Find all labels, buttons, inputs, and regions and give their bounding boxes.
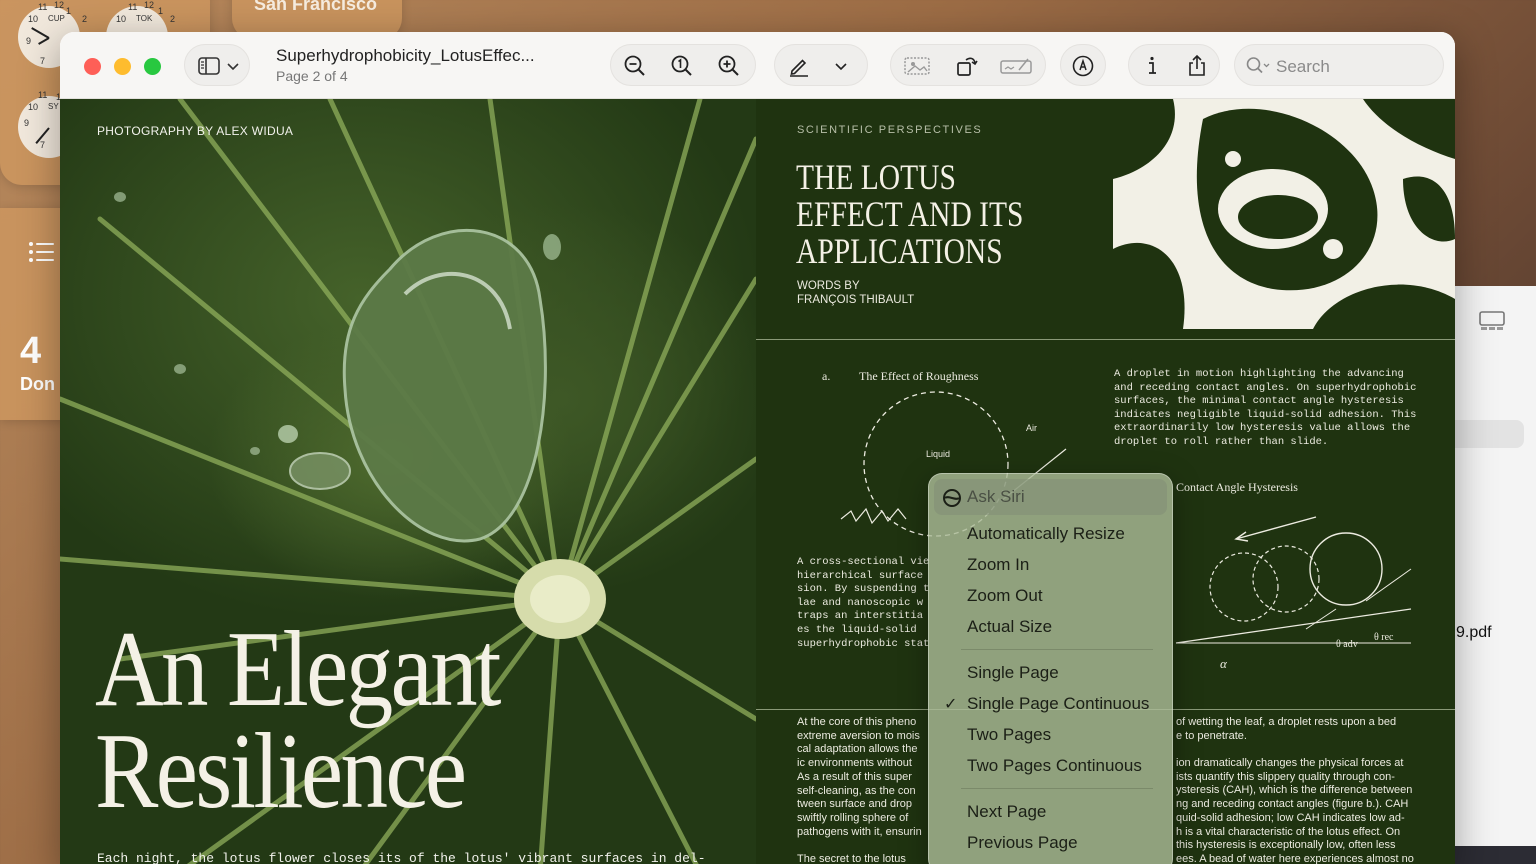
body-column-right: ion dramatically changes the physical fo… — [1176, 757, 1414, 864]
chevron-down-icon[interactable] — [833, 54, 849, 78]
menu-item-zoom-out[interactable]: Zoom Out — [967, 586, 1043, 606]
document-view[interactable]: PHOTOGRAPHY BY ALEX WIDUA An Elegant Res… — [60, 99, 1455, 864]
figure-b-theta-rec: θ rec — [1374, 632, 1394, 643]
fullscreen-window-button[interactable] — [144, 58, 161, 75]
preview-window: Superhydrophobicity_LotusEffec... Page 2… — [60, 32, 1455, 864]
menu-item-single-page-continuous[interactable]: Single Page Continuous — [967, 694, 1149, 714]
divider-top — [756, 339, 1455, 340]
gallery-view-icon — [1479, 311, 1505, 330]
byline: WORDS BY FRANÇOIS THIBAULT — [797, 280, 915, 306]
figure-a-air-label: Air — [1026, 423, 1037, 433]
highlight-markup-icon[interactable] — [1071, 54, 1095, 78]
signature-icon[interactable] — [999, 54, 1033, 78]
edit-tools-group — [890, 44, 1046, 86]
toolbar: Superhydrophobicity_LotusEffec... Page 2… — [60, 32, 1455, 99]
annotate-group — [1060, 44, 1106, 86]
menu-item-two-pages-continuous[interactable]: Two Pages Continuous — [967, 756, 1142, 776]
menu-item-actual-size[interactable]: Actual Size — [967, 617, 1052, 637]
reminders-count: 4 — [20, 330, 42, 372]
menu-item-zoom-in[interactable]: Zoom In — [967, 555, 1029, 575]
share-icon[interactable] — [1185, 54, 1209, 78]
photo-page-footer-text: Each night, the lotus flower closes its … — [97, 851, 706, 864]
article-title: The Lotus Effect and Its Applications — [796, 157, 1024, 271]
info-icon[interactable] — [1140, 54, 1164, 78]
figure-b-diagram — [1175, 516, 1412, 644]
actual-size-icon[interactable] — [670, 54, 694, 78]
zoom-in-icon[interactable] — [717, 54, 741, 78]
menu-item-single-page[interactable]: Single Page — [967, 663, 1059, 683]
menu-item-next-page[interactable]: Next Page — [967, 802, 1046, 822]
zoom-out-icon[interactable] — [623, 54, 647, 78]
menu-item-two-pages[interactable]: Two Pages — [967, 725, 1051, 745]
figure-a-liquid-label: Liquid — [926, 449, 951, 459]
menu-item-ask-siri[interactable]: Ask Siri — [967, 487, 1025, 507]
zoom-group — [610, 44, 756, 86]
context-menu: Ask Siri Automatically Resize Zoom In Zo… — [928, 473, 1173, 864]
photo-page: PHOTOGRAPHY BY ALEX WIDUA An Elegant Res… — [60, 99, 756, 864]
page-indicator: Page 2 of 4 — [276, 68, 348, 84]
background-file-name[interactable]: 9.pdf — [1456, 624, 1492, 642]
minimize-window-button[interactable] — [114, 58, 131, 75]
weather-city: San Francisco — [254, 0, 378, 14]
search-icon — [1246, 57, 1270, 74]
menu-separator — [961, 649, 1153, 650]
document-title: Superhydrophobicity_LotusEffec... — [276, 46, 535, 65]
photo-credit: PHOTOGRAPHY BY ALEX WIDUA — [97, 124, 294, 138]
figure-a-caption: A cross-sectional vie hierarchical surfa… — [797, 556, 930, 650]
chevron-down-icon — [227, 63, 239, 71]
sidebar-icon — [198, 57, 220, 75]
sidebar-toggle-group[interactable] — [184, 44, 250, 86]
body-column-left: At the core of this pheno extreme aversi… — [797, 716, 922, 864]
figure-b-title: Contact Angle Hysteresis — [1176, 480, 1298, 494]
siri-icon — [943, 489, 961, 507]
menu-item-previous-page[interactable]: Previous Page — [967, 833, 1078, 853]
list-icon — [29, 242, 54, 262]
menu-item-automatically-resize[interactable]: Automatically Resize — [967, 524, 1125, 544]
figure-a-label: a. — [822, 369, 831, 383]
checkmark-icon: ✓ — [944, 696, 958, 713]
info-share-group — [1128, 44, 1220, 86]
body-column-right-top: of wetting the leaf, a droplet rests upo… — [1176, 716, 1397, 742]
section-label: SCIENTIFIC PERSPECTIVES — [797, 124, 983, 136]
figure-a-title: The Effect of Roughness — [859, 369, 979, 383]
rotate-icon[interactable] — [955, 54, 979, 78]
feature-title: An Elegant Resilience — [95, 610, 501, 831]
close-window-button[interactable] — [84, 58, 101, 75]
menu-separator — [961, 788, 1153, 789]
image-tool-icon[interactable] — [903, 54, 931, 78]
figure-b-theta-adv: θ adv — [1336, 639, 1358, 650]
markup-group — [774, 44, 868, 86]
pen-icon[interactable] — [787, 54, 811, 78]
search-placeholder: Search — [1276, 57, 1330, 76]
figure-b-caption: A droplet in motion highlighting the adv… — [1114, 368, 1417, 448]
reminders-label: Don — [20, 374, 55, 394]
search-input[interactable]: Search — [1234, 44, 1444, 86]
micrograph-image — [1113, 99, 1455, 329]
figure-b-alpha: α — [1220, 656, 1227, 671]
